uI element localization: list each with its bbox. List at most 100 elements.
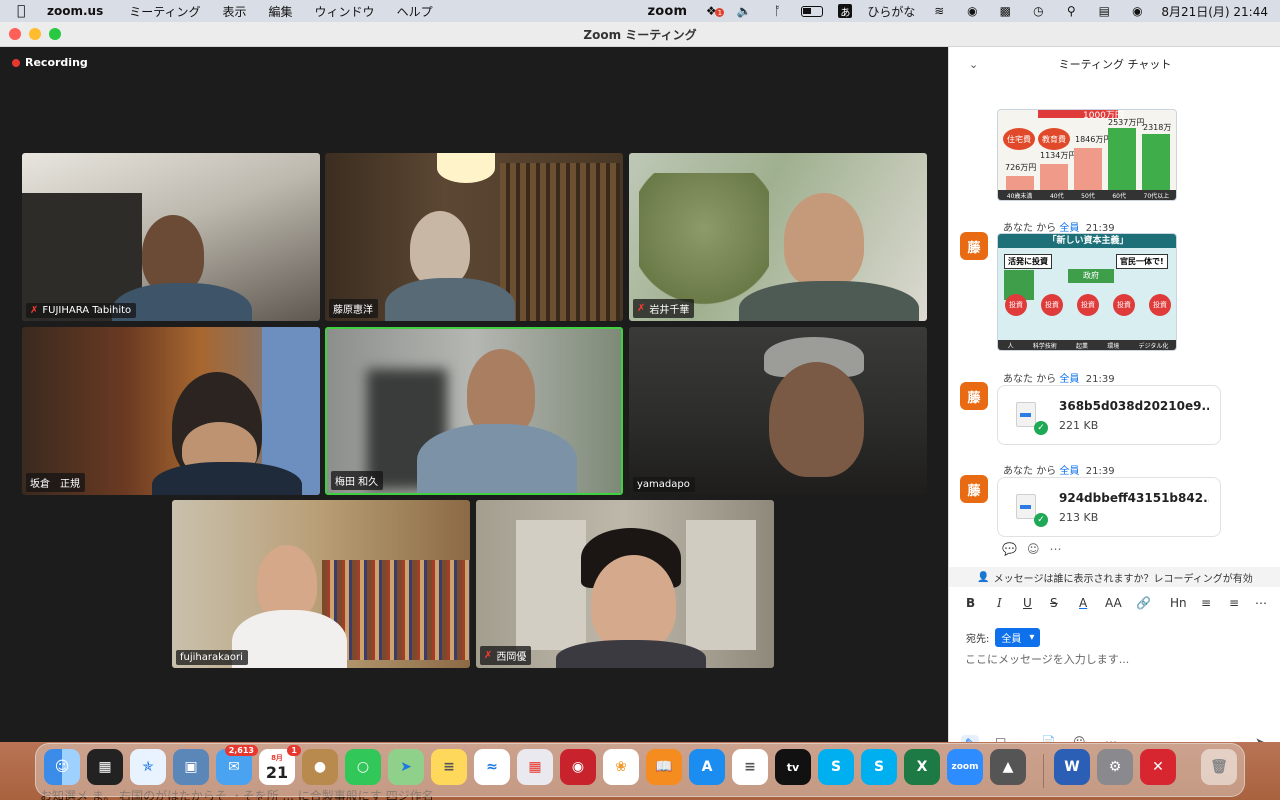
video-tile-sakakura-masanori[interactable]: 坂倉 正規 [22, 327, 320, 495]
maps-icon[interactable]: ➤ [388, 749, 424, 785]
message-input[interactable]: ここにメッセージを入力します... [965, 651, 1129, 667]
system-settings-icon[interactable]: ⚙ [1097, 749, 1133, 785]
word-icon[interactable]: W [1054, 749, 1090, 785]
photos-icon[interactable]: ❀ [603, 749, 639, 785]
menu-view[interactable]: 表示 [223, 3, 247, 20]
invest-icon: 投資 [1005, 294, 1027, 316]
file-attachment[interactable]: ✓ 368b5d038d20210e9... 221 KB [997, 385, 1221, 445]
safari-icon[interactable]: ✯ [130, 749, 166, 785]
video-tile-iwai-chika[interactable]: ✗ 岩井千華 [629, 153, 927, 321]
message-meta: あなた から 全員 21:39 [1003, 370, 1115, 385]
skype-alt-icon[interactable]: S [861, 749, 897, 785]
spotlight-search-icon[interactable]: ⚲ [1062, 4, 1080, 18]
mail-icon[interactable]: ✉ 2,613 [216, 745, 258, 785]
message-sender: あなた [1003, 466, 1033, 477]
minimize-window-button[interactable] [29, 28, 41, 40]
chat-image-new-capitalism[interactable]: 「新しい資本主義」 活発に投資 官民一体で! 政府 投資 投資 投資 投資 投資… [997, 233, 1177, 351]
font-size-button[interactable]: AA [1105, 596, 1122, 610]
mission-control-icon[interactable]: ▦ [87, 749, 123, 785]
more-format-icon[interactable]: ⋯ [1255, 596, 1267, 610]
keyboard-icon[interactable]: ▩ [996, 4, 1014, 18]
bluetooth-icon[interactable]: ᚩ [768, 4, 786, 18]
menu-meeting[interactable]: ミーティング [129, 3, 200, 20]
strikethrough-button[interactable]: S [1050, 596, 1058, 610]
close-window-button[interactable] [9, 28, 21, 40]
menu-help[interactable]: ヘルプ [397, 3, 433, 20]
volume-icon[interactable]: 🔈 [735, 4, 753, 18]
trend-micro-icon[interactable]: ✕ [1140, 749, 1176, 785]
ime-icon[interactable]: あ [838, 4, 853, 19]
file-attachment[interactable]: ✓ 924dbbeff43151b842... 213 KB [997, 477, 1221, 537]
chart-value: 726万円 [1005, 163, 1037, 172]
video-tile-fujihara-keiyo[interactable]: 藤原惠洋 [325, 153, 623, 321]
video-tile-umeda-kazuhisa[interactable]: 梅田 和久 [325, 327, 623, 495]
participant-name-tag: 藤原惠洋 [329, 299, 378, 318]
file-name: 924dbbeff43151b842... [1059, 491, 1209, 505]
notice-text: メッセージは誰に表示されますか？レコーディングが有効 [993, 573, 1253, 585]
heading-button[interactable]: Hn [1170, 596, 1187, 610]
fullscreen-window-button[interactable] [49, 28, 61, 40]
font-color-button[interactable]: A [1079, 596, 1087, 610]
recipient-select[interactable]: 全員 ▾ [995, 628, 1041, 647]
preview-icon[interactable]: ▣ [173, 749, 209, 785]
user-icon[interactable]: ◉ [963, 4, 981, 18]
emoji-reaction-icon[interactable]: ☺ [1027, 542, 1040, 556]
video-tile-fujihara-tabihito[interactable]: ✗ FUJIHARA Tabihito [22, 153, 320, 321]
photo-booth-icon[interactable]: ◉ [560, 749, 596, 785]
image-center-label: 政府 [1068, 269, 1114, 283]
tv-icon[interactable]: tv [775, 749, 811, 785]
dropbox-icon[interactable]: ❖ 1 [702, 4, 725, 18]
clock[interactable]: 8月21日(月) 21:44 [1161, 3, 1268, 20]
reply-icon[interactable]: 💬 [1002, 542, 1017, 556]
format-toolbar: B I U S A AA 🔗 Hn ≡ ≡ ⋯ [949, 592, 1280, 614]
video-tile-yamadapo[interactable]: yamadapo [629, 327, 927, 495]
message-recipient[interactable]: 全員 [1059, 374, 1079, 385]
contacts-icon[interactable]: ● [302, 749, 338, 785]
chat-image-bar-chart[interactable]: 1000万円 住宅費 教育費 726万円 1134万円 1846万円 2537万… [997, 109, 1177, 201]
recording-indicator[interactable]: Recording [12, 56, 88, 69]
participant-name-tag: yamadapo [633, 477, 695, 492]
excel-icon[interactable]: X [904, 749, 940, 785]
drive-icon[interactable]: ▲ [990, 749, 1026, 785]
italic-button[interactable]: I [997, 596, 1002, 610]
zoom-status-item[interactable]: zoom [648, 4, 688, 19]
freeform-icon[interactable]: ≈ [474, 749, 510, 785]
invest-icon: 投資 [1113, 294, 1135, 316]
skype-icon[interactable]: S [818, 749, 854, 785]
control-center-icon[interactable]: ▤ [1095, 4, 1113, 18]
message-recipient[interactable]: 全員 [1059, 466, 1079, 477]
trash-icon[interactable]: 🗑 [1201, 749, 1237, 785]
wifi-icon[interactable]: ≋ [930, 4, 948, 18]
bulleted-list-icon[interactable]: ≡ [1201, 596, 1211, 610]
books-icon[interactable]: 📖 [646, 749, 682, 785]
reminders-icon[interactable]: ≡ [732, 749, 768, 785]
menu-edit[interactable]: 編集 [269, 3, 293, 20]
menu-app-zoom[interactable]: zoom.us [47, 4, 103, 18]
notes-icon[interactable]: ≡ [431, 749, 467, 785]
launchpad-icon[interactable]: ▦ [517, 749, 553, 785]
time-machine-icon[interactable]: ◷ [1029, 4, 1047, 18]
underline-button[interactable]: U [1023, 596, 1032, 610]
siri-icon[interactable]: ◉ [1128, 4, 1146, 18]
calendar-icon[interactable]: 8月 21 1 [259, 745, 301, 785]
bold-button[interactable]: B [966, 596, 975, 610]
participant-name-tag: ✗ FUJIHARA Tabihito [26, 303, 137, 318]
app-store-icon[interactable]: A [689, 749, 725, 785]
link-icon[interactable]: 🔗 [1136, 596, 1151, 610]
chat-visibility-notice[interactable]: 👤 メッセージは誰に表示されますか？レコーディングが有効 [949, 567, 1280, 587]
chart-age: 50代 [1081, 192, 1095, 200]
chevron-down-icon[interactable]: ⌄ [969, 58, 978, 71]
messages-icon[interactable]: ○ [345, 749, 381, 785]
numbered-list-icon[interactable]: ≡ [1229, 596, 1239, 610]
apple-icon[interactable]:  [17, 3, 31, 19]
message-meta: あなた から 全員 21:39 [1003, 219, 1115, 234]
message-from-word: から [1036, 374, 1057, 385]
more-icon[interactable]: ⋯ [1049, 542, 1061, 556]
menu-window[interactable]: ウィンドウ [315, 3, 375, 20]
zoom-icon[interactable]: zoom [947, 749, 983, 785]
battery-icon[interactable] [801, 5, 824, 17]
ime-label[interactable]: ひらがな [867, 3, 915, 20]
video-tile-fujiharakaori[interactable]: fujiharakaori [172, 500, 470, 668]
finder-icon[interactable]: ☺ [44, 749, 80, 785]
video-tile-nishioka-yu[interactable]: ✗ 西岡優 [476, 500, 774, 668]
